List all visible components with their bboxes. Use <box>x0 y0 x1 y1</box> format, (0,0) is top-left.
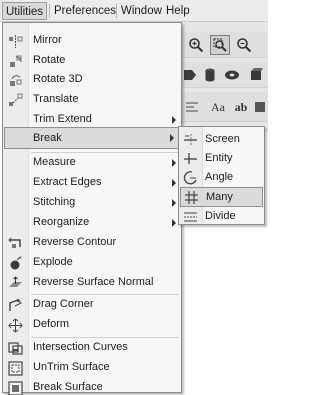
menu-item-label: Reorganize <box>33 216 90 228</box>
menu-item-label: Break <box>33 132 62 144</box>
reverse-normal-icon <box>8 276 23 291</box>
menu-item-untrim-surface[interactable]: UnTrim Surface <box>3 358 181 378</box>
drag-corner-icon <box>8 298 23 313</box>
menu-item-label: Translate <box>33 93 79 105</box>
menu-item-break[interactable]: Break <box>4 127 180 149</box>
submenu-item-angle[interactable]: Angle <box>179 168 264 187</box>
break-surface-icon <box>8 381 23 395</box>
cylinder-icon[interactable] <box>200 65 220 85</box>
menu-item-measure[interactable]: Measure <box>3 153 181 173</box>
menu-item-extract-edges[interactable]: Extract Edges <box>3 173 181 193</box>
menu-separator <box>49 4 50 18</box>
menu-item-label: Intersection Curves <box>33 341 128 353</box>
menu-item-reverse-contour[interactable]: Reverse Contour <box>3 233 181 253</box>
text-style-icon[interactable] <box>182 97 202 117</box>
angle-break-icon <box>183 170 198 185</box>
menu-item-label: Reverse Contour <box>33 236 117 248</box>
submenu-arrow-icon <box>172 199 176 207</box>
submenu-item-label: Many <box>206 191 233 203</box>
menu-item-rotate[interactable]: Rotate <box>3 51 181 71</box>
torus-icon[interactable] <box>222 65 242 85</box>
menu-item-label: Measure <box>33 156 76 168</box>
zoom-in-icon[interactable] <box>186 35 206 55</box>
menu-item-label: Trim Extend <box>33 113 92 125</box>
divide-break-icon <box>183 209 198 224</box>
menu-item-label: Mirror <box>33 34 62 46</box>
menu-window[interactable]: Window <box>118 2 165 20</box>
submenu-item-screen[interactable]: Screen <box>179 130 264 149</box>
menu-preferences[interactable]: Preferences <box>51 2 119 20</box>
zoom-out-icon[interactable] <box>234 35 254 55</box>
menu-bar: Utilities Preferences Window Help <box>0 0 268 22</box>
menu-item-label: Rotate <box>33 54 66 66</box>
submenu-item-many[interactable]: Many <box>180 187 263 207</box>
submenu-item-label: Entity <box>205 152 233 164</box>
menu-item-label: UnTrim Surface <box>33 361 110 373</box>
submenu-item-label: Angle <box>205 171 234 183</box>
solid-shape-icon[interactable] <box>180 65 200 85</box>
text-label-button[interactable]: ab <box>232 97 250 117</box>
rotate-3d-icon <box>8 73 23 88</box>
submenu-arrow-icon <box>172 219 176 227</box>
menu-item-label: Rotate 3D <box>33 73 83 85</box>
reverse-contour-icon <box>8 236 23 251</box>
menu-help[interactable]: Help <box>163 2 193 20</box>
explode-icon <box>8 256 23 271</box>
menu-item-rotate-3d[interactable]: Rotate 3D <box>3 70 181 90</box>
submenu-item-divide[interactable]: Divide <box>179 207 264 226</box>
menu-item-reorganize[interactable]: Reorganize <box>3 213 181 233</box>
menu-item-stitching[interactable]: Stitching <box>3 193 181 213</box>
text-tool-icon[interactable] <box>250 97 270 117</box>
menu-utilities[interactable]: Utilities <box>2 2 48 20</box>
submenu-item-entity[interactable]: Entity <box>179 149 264 168</box>
submenu-arrow-icon <box>170 134 174 142</box>
submenu-item-label: Screen <box>205 133 240 145</box>
rotate-icon <box>8 54 23 69</box>
menu-item-label: Reverse Surface Normal <box>33 276 154 288</box>
menu-item-label: Explode <box>33 256 73 268</box>
translate-icon <box>8 93 23 108</box>
entity-break-icon <box>183 151 198 166</box>
submenu-arrow-icon <box>172 179 176 187</box>
box-icon[interactable] <box>246 65 266 85</box>
toolbar-row <box>180 62 268 88</box>
deform-icon <box>8 318 23 333</box>
many-break-icon <box>184 190 199 205</box>
menu-item-label: Drag Corner <box>33 298 94 310</box>
menu-item-label: Stitching <box>33 196 76 208</box>
menu-item-label: Deform <box>33 318 70 330</box>
menu-item-drag-corner[interactable]: Drag Corner <box>3 295 181 315</box>
menu-item-explode[interactable]: Explode <box>3 253 181 273</box>
submenu-arrow-icon <box>172 159 176 167</box>
menu-item-break-surface[interactable]: Break Surface <box>3 378 181 395</box>
toolbar-row: Aa ab <box>180 92 268 122</box>
font-case-button[interactable]: Aa <box>206 97 230 117</box>
screen-break-icon <box>183 132 198 147</box>
toolbar-row <box>180 32 268 58</box>
untrim-surface-icon <box>8 361 23 376</box>
menu-separator <box>116 4 117 18</box>
menu-item-reverse-surface-normal[interactable]: Reverse Surface Normal <box>3 273 181 293</box>
menu-item-intersection-curves[interactable]: Intersection Curves <box>3 338 181 358</box>
menu-item-translate[interactable]: Translate <box>3 90 181 110</box>
intersection-curves-icon <box>8 341 23 356</box>
submenu-arrow-icon <box>172 116 176 124</box>
utilities-menu: Mirror Rotate Rotate 3D Translate Trim E… <box>2 22 182 395</box>
menu-item-deform[interactable]: Deform <box>3 315 181 335</box>
submenu-item-label: Divide <box>205 210 236 222</box>
menu-item-label: Extract Edges <box>33 176 102 188</box>
mirror-icon <box>8 34 23 49</box>
menu-item-mirror[interactable]: Mirror <box>3 31 181 51</box>
break-submenu: Screen Entity Angle Many Divide <box>178 126 265 225</box>
menu-item-label: Break Surface <box>33 381 103 393</box>
zoom-window-icon[interactable] <box>210 35 230 55</box>
